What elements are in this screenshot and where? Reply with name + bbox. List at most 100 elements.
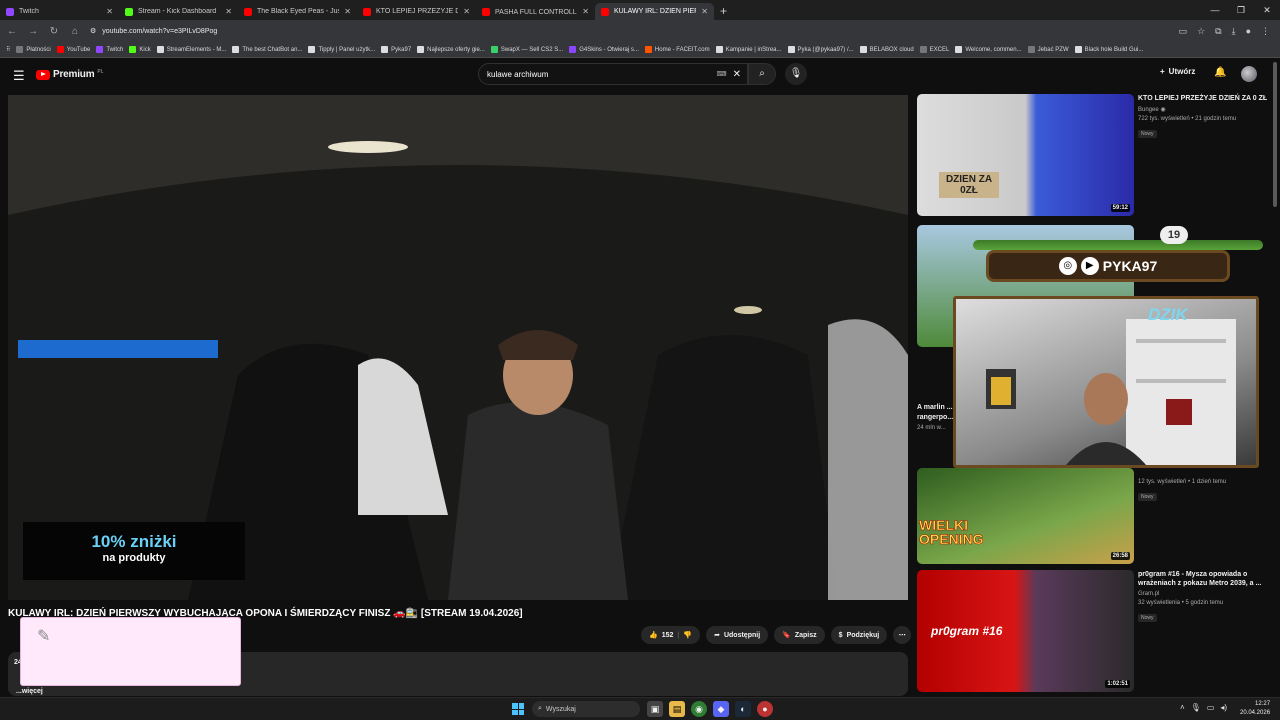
tab-youtube-video[interactable]: KTO LEPIEJ PRZEŻYJE DZIEŃ ZA✕ — [357, 3, 476, 20]
chrome-icon[interactable]: ◉ — [691, 701, 707, 717]
close-icon[interactable]: ✕ — [463, 7, 470, 16]
share-button[interactable]: ➦ Udostępnij — [706, 626, 769, 644]
tab-kick[interactable]: Stream - Kick Dashboard ✕ — [119, 3, 238, 20]
tab-twitch[interactable]: Twitch ✕ — [0, 3, 119, 20]
close-icon[interactable]: ✕ — [701, 7, 708, 16]
tab-youtube-pasha[interactable]: PASHA FULL CONTROLL 😱 ME✕ — [476, 3, 595, 20]
video-meta: 12 tys. wyświetleń • 1 dzień temu — [1138, 479, 1227, 485]
steam-icon[interactable]: ◐ — [735, 701, 751, 717]
keyboard-icon[interactable]: ⌨ — [717, 70, 727, 78]
tab-youtube-active[interactable]: KULAWY IRL: DZIEŃ PIERW✕ — [595, 3, 714, 20]
video-title[interactable]: pr0gram #16 - Mysza opowiada o wrażeniac… — [1138, 570, 1268, 588]
close-window-icon[interactable]: ✕ — [1254, 0, 1280, 20]
like-button[interactable]: 👍 152 | 👎 — [641, 626, 701, 644]
close-icon[interactable]: ✕ — [225, 7, 232, 16]
bookmark-item[interactable]: StreamElements - M... — [156, 46, 226, 53]
folder-icon — [16, 46, 24, 53]
bookmark-item[interactable]: Twitch — [96, 46, 123, 53]
site-info-icon[interactable]: ⚙ — [90, 27, 96, 35]
forward-icon[interactable]: → — [27, 26, 39, 37]
task-view-icon[interactable]: ▣ — [647, 701, 663, 717]
search-icon: ⌕ — [538, 705, 542, 712]
bookmark-item[interactable]: YouTube — [56, 46, 90, 53]
bookmark-item[interactable]: Home - FACEIT.com — [644, 46, 710, 53]
back-icon[interactable]: ← — [6, 26, 18, 37]
minimize-icon[interactable]: — — [1202, 0, 1228, 20]
close-icon[interactable]: ✕ — [344, 7, 351, 16]
youtube-header: ☰ Premium PL ⌨ ✕ ⌕ 🎙 +Utwórz 🔔 — [0, 58, 1280, 92]
bookmark-item[interactable]: Tipply | Panel użytk... — [308, 46, 375, 53]
close-icon[interactable]: ✕ — [106, 7, 113, 16]
apps-icon[interactable]: ⠿ — [6, 46, 10, 53]
video-thumbnail[interactable]: pr0gram #16 1:02:51 — [917, 570, 1134, 692]
home-icon[interactable]: ⌂ — [69, 26, 81, 37]
video-thumbnail[interactable]: WIELKI OPENING 26:58 — [917, 468, 1134, 564]
notifications-bell-icon[interactable]: 🔔 — [1214, 67, 1226, 78]
volume-icon[interactable]: ◂) — [1220, 703, 1227, 712]
video-thumbnail[interactable]: DZIEN ZA 0ZŁ 59:12 — [917, 94, 1134, 216]
voice-search-button[interactable]: 🎙 — [785, 63, 807, 85]
bookmark-item[interactable]: Jebać PZW — [1027, 46, 1069, 53]
save-button[interactable]: 🔖 Zapisz — [774, 626, 825, 644]
tab-favicon — [601, 7, 609, 16]
tray-expand-icon[interactable]: ˄ — [1180, 703, 1185, 712]
thumbs-down-icon[interactable]: 👎 — [683, 631, 692, 639]
hamburger-menu-icon[interactable]: ☰ — [13, 68, 25, 84]
search-button[interactable]: ⌕ — [748, 63, 776, 85]
kick-icon — [129, 46, 137, 53]
bookmark-item[interactable]: G4Skins - Otwieraj s... — [569, 46, 639, 53]
video-title[interactable]: KTO LEPIEJ PRZEŻYJE DZIEŃ ZA 0 ZŁ — [1138, 94, 1268, 103]
tab-youtube-music[interactable]: The Black Eyed Peas - Just Can✕ — [238, 3, 357, 20]
instagram-icon: ◎ — [1058, 257, 1077, 275]
file-explorer-icon[interactable]: ▤ — [669, 701, 685, 717]
menu-dots-icon[interactable]: ⋮ — [1261, 26, 1270, 37]
mic-tray-icon[interactable]: 🎙 — [1191, 703, 1201, 712]
page-scrollbar[interactable] — [1273, 62, 1277, 207]
bookmark-item[interactable]: Welcome, commen... — [955, 46, 1022, 53]
app-icon[interactable]: ● — [757, 701, 773, 717]
url-field[interactable]: ⚙ youtube.com/watch?v=e3PILvD8Pog — [90, 27, 1170, 36]
thanks-button[interactable]: $ Podziękuj — [830, 626, 888, 644]
bookmark-item[interactable]: Kick — [129, 46, 151, 53]
bookmark-item[interactable]: Kampanie | inStrea... — [715, 46, 782, 53]
youtube-premium-logo[interactable]: Premium PL — [36, 69, 104, 80]
channel-name[interactable]: Gram.pl — [1138, 591, 1268, 597]
bookmark-item[interactable]: Najlepsze oferty gie... — [417, 46, 485, 53]
clear-search-icon[interactable]: ✕ — [733, 69, 741, 80]
video-player[interactable]: 10% zniżki na produkty — [8, 95, 908, 600]
download-icon[interactable]: ⤓ — [1232, 26, 1236, 37]
extensions-icon[interactable]: ⧉ — [1215, 26, 1221, 37]
search-icon: ⌕ — [759, 68, 765, 79]
bookmark-item[interactable]: Płatności — [16, 46, 51, 53]
bookmark-item[interactable]: The best ChatBot an... — [232, 46, 302, 53]
more-actions-button[interactable]: ⋯ — [893, 626, 912, 644]
close-icon[interactable]: ✕ — [582, 7, 589, 16]
video-meta: 722 tys. wyświetleń • 21 godzin temu — [1138, 116, 1237, 122]
profile-icon[interactable]: ● — [1246, 26, 1251, 37]
new-tab-button[interactable]: + — [714, 3, 733, 20]
duration-badge: 26:58 — [1110, 552, 1130, 560]
taskbar-clock[interactable]: 12:27 20.04.2026 — [1240, 700, 1270, 718]
show-more-link[interactable]: ...więcej — [16, 688, 43, 695]
save-icon: 🔖 — [782, 632, 791, 639]
partial-video-title[interactable]: A marlin ... rangerpo... — [917, 402, 953, 424]
create-button[interactable]: + Utwórz — [1160, 67, 1195, 76]
account-avatar[interactable] — [1241, 66, 1257, 82]
search-input[interactable] — [487, 69, 717, 79]
site-icon — [1074, 46, 1082, 53]
bookmark-star-icon[interactable]: ☆ — [1197, 26, 1205, 37]
discord-icon[interactable]: ◆ — [713, 701, 729, 717]
bookmark-item[interactable]: Pyka97 — [381, 46, 411, 53]
bookmark-item[interactable]: Pyka (@pykaa97) /... — [787, 46, 854, 53]
channel-name[interactable]: Bungee ◉ — [1138, 106, 1268, 113]
bookmark-item[interactable]: SwapX — Sell CS2 S... — [490, 46, 563, 53]
network-icon[interactable]: ▭ — [1207, 703, 1215, 712]
taskbar-search[interactable]: ⌕ Wyszukaj — [532, 701, 640, 717]
cast-icon[interactable]: ▭ — [1179, 26, 1188, 37]
maximize-icon[interactable]: ❐ — [1228, 0, 1254, 20]
bookmark-item[interactable]: Black hole Build Gui... — [1074, 46, 1143, 53]
windows-start-icon[interactable] — [512, 703, 524, 715]
reload-icon[interactable]: ↻ — [48, 26, 60, 37]
bookmark-item[interactable]: EXCEL — [919, 46, 949, 53]
bookmark-item[interactable]: BELABOX cloud — [859, 46, 914, 53]
